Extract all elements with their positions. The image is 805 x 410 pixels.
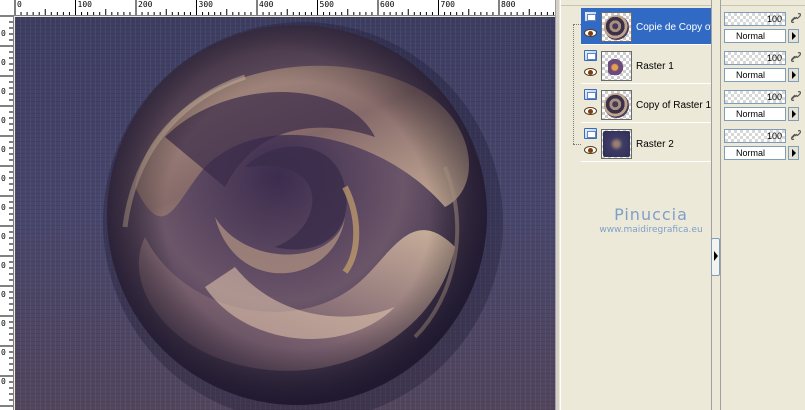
layer-tree-branch bbox=[573, 24, 581, 25]
psp-workspace: 0 100 200 300 400 500 600 700 800 0 0 0 0 0 0 0 0 0 0 0 0 0 bbox=[0, 0, 805, 410]
ruler-label: 600 bbox=[380, 0, 395, 9]
layer-thumbnail-art bbox=[608, 58, 625, 75]
layer-type-icon bbox=[584, 50, 597, 61]
visibility-eye-icon[interactable] bbox=[584, 29, 597, 37]
layer-properties-row: 100 Normal bbox=[722, 125, 805, 162]
ruler-label: 0 bbox=[1, 29, 6, 38]
blend-mode-value: Normal bbox=[736, 70, 766, 80]
layer-type-icon bbox=[584, 128, 597, 139]
ruler-label: 0 bbox=[1, 232, 6, 241]
opacity-field[interactable]: 100 bbox=[724, 129, 786, 143]
layer-name: Raster 2 bbox=[636, 139, 674, 150]
canvas-vertical-scrollbar[interactable] bbox=[555, 0, 559, 410]
watermark-title: Pinuccia bbox=[614, 205, 688, 224]
blend-mode-select[interactable]: Normal bbox=[724, 29, 786, 43]
ruler-label: 500 bbox=[319, 0, 334, 9]
layer-tree-branch bbox=[573, 144, 581, 145]
opacity-value: 100 bbox=[766, 131, 782, 141]
layer-thumbnail bbox=[601, 12, 632, 42]
ruler-label: 0 bbox=[17, 0, 22, 9]
ruler-label: 400 bbox=[259, 0, 274, 9]
ruler-label: 0 bbox=[1, 58, 6, 67]
ruler-label: 800 bbox=[501, 0, 516, 9]
ruler-label: 0 bbox=[1, 87, 6, 96]
layer-name: Copie de Copy of bbox=[636, 22, 714, 33]
blend-mode-select[interactable]: Normal bbox=[724, 146, 786, 160]
visibility-eye-icon[interactable] bbox=[584, 146, 597, 154]
blend-mode-select[interactable]: Normal bbox=[724, 107, 786, 121]
watermark: Pinuccia www.maidiregrafica.eu bbox=[581, 205, 721, 235]
visibility-eye-icon[interactable] bbox=[584, 107, 597, 115]
watermark-url: www.maidiregrafica.eu bbox=[599, 225, 703, 235]
layer-thumbnail-art bbox=[604, 15, 629, 40]
ruler-label: 0 bbox=[1, 261, 6, 270]
vertical-ruler: 0 0 0 0 0 0 0 0 0 0 0 0 0 bbox=[0, 16, 14, 410]
layer-thumbnail-art bbox=[603, 131, 630, 157]
blend-mode-arrow-icon[interactable] bbox=[788, 146, 799, 160]
blend-mode-value: Normal bbox=[736, 148, 766, 158]
layer-name: Raster 1 bbox=[636, 61, 674, 72]
lock-transparency-icon[interactable] bbox=[790, 51, 802, 63]
opacity-field[interactable]: 100 bbox=[724, 51, 786, 65]
opacity-field[interactable]: 100 bbox=[724, 12, 786, 26]
layer-row[interactable]: Raster 1 bbox=[581, 47, 711, 84]
layers-vertical-scrollbar[interactable] bbox=[711, 0, 721, 410]
layer-type-icon bbox=[584, 89, 597, 100]
ruler-label: 0 bbox=[1, 116, 6, 125]
layer-thumbnail bbox=[601, 90, 632, 120]
opacity-value: 100 bbox=[766, 92, 782, 102]
blend-mode-arrow-icon[interactable] bbox=[788, 107, 799, 121]
ruler-label: 700 bbox=[440, 0, 455, 9]
ruler-label: 0 bbox=[1, 290, 6, 299]
ruler-label: 0 bbox=[1, 174, 6, 183]
layer-properties-row: 100 Normal bbox=[722, 86, 805, 123]
horizontal-ruler: 0 100 200 300 400 500 600 700 800 bbox=[0, 0, 556, 16]
ruler-label: 300 bbox=[198, 0, 213, 9]
layer-properties-row: 100 Normal bbox=[722, 47, 805, 84]
layer-thumbnail-art bbox=[604, 93, 629, 118]
layer-row[interactable]: Copie de Copy of bbox=[581, 8, 714, 45]
blend-mode-select[interactable]: Normal bbox=[724, 68, 786, 82]
ruler-label: 100 bbox=[77, 0, 92, 9]
opacity-value: 100 bbox=[766, 53, 782, 63]
ruler-label: 0 bbox=[1, 203, 6, 212]
palette-collapse-handle[interactable] bbox=[711, 238, 720, 276]
lock-transparency-icon[interactable] bbox=[790, 90, 802, 102]
opacity-field[interactable]: 100 bbox=[724, 90, 786, 104]
lock-transparency-icon[interactable] bbox=[790, 129, 802, 141]
layer-type-icon bbox=[584, 11, 597, 22]
layer-name: Copy of Raster 1 bbox=[636, 100, 712, 111]
ruler-label: 200 bbox=[138, 0, 153, 9]
layers-palette: Copie de Copy of Raster 1 Copy of Raster… bbox=[560, 0, 805, 410]
chevron-right-icon bbox=[714, 251, 718, 261]
opacity-value: 100 bbox=[766, 14, 782, 24]
lock-transparency-icon[interactable] bbox=[790, 12, 802, 24]
layer-row[interactable]: Copy of Raster 1 bbox=[581, 86, 711, 123]
ruler-label: 0 bbox=[1, 145, 6, 154]
layer-tree-line bbox=[573, 24, 574, 144]
layers-palette-header bbox=[561, 0, 805, 6]
image-canvas[interactable] bbox=[15, 17, 555, 410]
swirl-sphere-artwork bbox=[103, 22, 503, 410]
layer-thumbnail bbox=[601, 51, 632, 81]
ruler-label: 0 bbox=[1, 377, 6, 386]
blend-mode-value: Normal bbox=[736, 109, 766, 119]
layer-properties-row: 100 Normal bbox=[722, 8, 805, 45]
blend-mode-arrow-icon[interactable] bbox=[788, 29, 799, 43]
layer-thumbnail bbox=[601, 129, 632, 159]
blend-mode-value: Normal bbox=[736, 31, 766, 41]
ruler-label: 0 bbox=[1, 348, 6, 357]
layer-row[interactable]: Raster 2 bbox=[581, 125, 711, 162]
blend-mode-arrow-icon[interactable] bbox=[788, 68, 799, 82]
visibility-eye-icon[interactable] bbox=[584, 68, 597, 76]
ruler-label: 0 bbox=[1, 319, 6, 328]
